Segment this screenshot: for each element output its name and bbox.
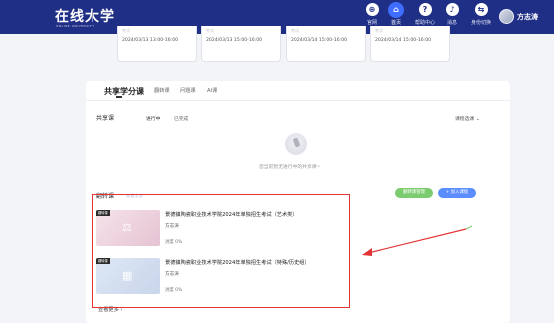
arrow-tail — [465, 225, 473, 230]
arrow-line — [367, 228, 467, 254]
arrow-head — [362, 248, 372, 256]
annotation-arrow — [362, 225, 473, 256]
